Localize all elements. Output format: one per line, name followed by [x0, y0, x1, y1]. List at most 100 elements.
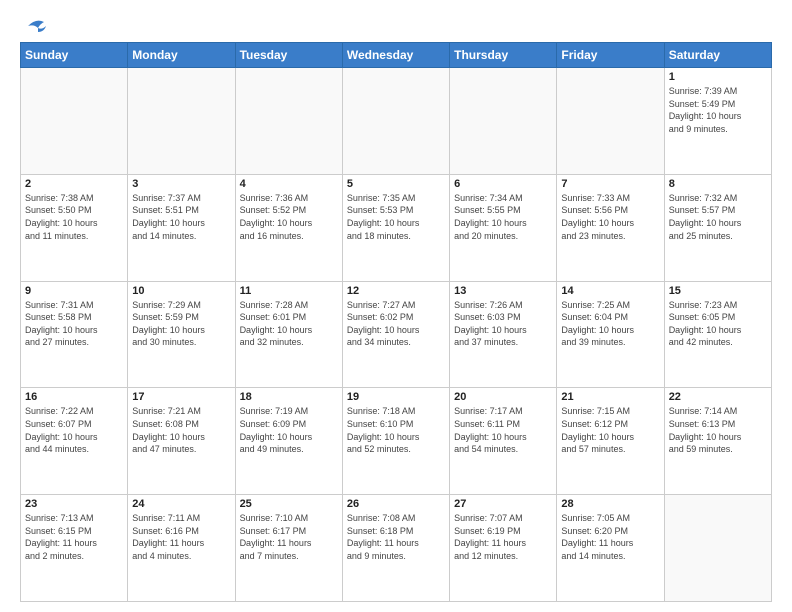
- page: SundayMondayTuesdayWednesdayThursdayFrid…: [0, 0, 792, 612]
- day-number: 13: [454, 285, 552, 297]
- weekday-friday: Friday: [557, 43, 664, 68]
- day-info: Sunrise: 7:23 AM Sunset: 6:05 PM Dayligh…: [669, 299, 767, 349]
- day-number: 18: [240, 391, 338, 403]
- weekday-saturday: Saturday: [664, 43, 771, 68]
- day-number: 24: [132, 498, 230, 510]
- day-number: 5: [347, 178, 445, 190]
- day-number: 12: [347, 285, 445, 297]
- week-row-5: 23 Sunrise: 7:13 AM Sunset: 6:15 PM Dayli…: [21, 495, 772, 602]
- calendar-cell: 3 Sunrise: 7:37 AM Sunset: 5:51 PM Daylig…: [128, 174, 235, 281]
- day-info: Sunrise: 7:35 AM Sunset: 5:53 PM Dayligh…: [347, 192, 445, 242]
- day-info: Sunrise: 7:36 AM Sunset: 5:52 PM Dayligh…: [240, 192, 338, 242]
- weekday-sunday: Sunday: [21, 43, 128, 68]
- calendar-table: SundayMondayTuesdayWednesdayThursdayFrid…: [20, 42, 772, 602]
- day-number: 22: [669, 391, 767, 403]
- day-number: 4: [240, 178, 338, 190]
- calendar-cell: 2Sunrise: 7:38 AM Sunset: 5:50 PM Daylig…: [21, 174, 128, 281]
- calendar-cell: 16 Sunrise: 7:22 AM Sunset: 6:07 PM Dayli…: [21, 388, 128, 495]
- calendar-cell: 15 Sunrise: 7:23 AM Sunset: 6:05 PM Dayli…: [664, 281, 771, 388]
- day-info: Sunrise: 7:27 AM Sunset: 6:02 PM Dayligh…: [347, 299, 445, 349]
- day-number: 8: [669, 178, 767, 190]
- calendar-cell: 27 Sunrise: 7:07 AM Sunset: 6:19 PM Dayli…: [450, 495, 557, 602]
- day-info: Sunrise: 7:10 AM Sunset: 6:17 PM Dayligh…: [240, 512, 338, 562]
- day-number: 23: [25, 498, 123, 510]
- day-number: 20: [454, 391, 552, 403]
- weekday-monday: Monday: [128, 43, 235, 68]
- calendar-cell: 4 Sunrise: 7:36 AM Sunset: 5:52 PM Daylig…: [235, 174, 342, 281]
- calendar-cell: 18 Sunrise: 7:19 AM Sunset: 6:09 PM Dayli…: [235, 388, 342, 495]
- calendar-cell: [21, 68, 128, 175]
- day-number: 17: [132, 391, 230, 403]
- day-number: 19: [347, 391, 445, 403]
- calendar-cell: [664, 495, 771, 602]
- day-info: Sunrise: 7:34 AM Sunset: 5:55 PM Dayligh…: [454, 192, 552, 242]
- day-info: Sunrise: 7:29 AM Sunset: 5:59 PM Dayligh…: [132, 299, 230, 349]
- calendar-cell: 17 Sunrise: 7:21 AM Sunset: 6:08 PM Dayli…: [128, 388, 235, 495]
- calendar-cell: 22 Sunrise: 7:14 AM Sunset: 6:13 PM Dayli…: [664, 388, 771, 495]
- weekday-wednesday: Wednesday: [342, 43, 449, 68]
- weekday-header-row: SundayMondayTuesdayWednesdayThursdayFrid…: [21, 43, 772, 68]
- day-info: Sunrise: 7:05 AM Sunset: 6:20 PM Dayligh…: [561, 512, 659, 562]
- logo: [20, 16, 50, 32]
- calendar-cell: 5 Sunrise: 7:35 AM Sunset: 5:53 PM Daylig…: [342, 174, 449, 281]
- calendar-cell: 14Sunrise: 7:25 AM Sunset: 6:04 PM Dayli…: [557, 281, 664, 388]
- day-number: 7: [561, 178, 659, 190]
- day-info: Sunrise: 7:26 AM Sunset: 6:03 PM Dayligh…: [454, 299, 552, 349]
- day-info: Sunrise: 7:39 AM Sunset: 5:49 PM Dayligh…: [669, 85, 767, 135]
- day-number: 10: [132, 285, 230, 297]
- day-info: Sunrise: 7:17 AM Sunset: 6:11 PM Dayligh…: [454, 405, 552, 455]
- calendar-cell: 20 Sunrise: 7:17 AM Sunset: 6:11 PM Dayli…: [450, 388, 557, 495]
- day-number: 11: [240, 285, 338, 297]
- day-number: 27: [454, 498, 552, 510]
- week-row-1: 1 Sunrise: 7:39 AM Sunset: 5:49 PM Daylig…: [21, 68, 772, 175]
- week-row-3: 9 Sunrise: 7:31 AM Sunset: 5:58 PM Daylig…: [21, 281, 772, 388]
- calendar-cell: 23 Sunrise: 7:13 AM Sunset: 6:15 PM Dayli…: [21, 495, 128, 602]
- day-info: Sunrise: 7:18 AM Sunset: 6:10 PM Dayligh…: [347, 405, 445, 455]
- calendar-cell: 21 Sunrise: 7:15 AM Sunset: 6:12 PM Dayli…: [557, 388, 664, 495]
- day-info: Sunrise: 7:08 AM Sunset: 6:18 PM Dayligh…: [347, 512, 445, 562]
- calendar-cell: 24Sunrise: 7:11 AM Sunset: 6:16 PM Dayli…: [128, 495, 235, 602]
- calendar-cell: 12 Sunrise: 7:27 AM Sunset: 6:02 PM Dayli…: [342, 281, 449, 388]
- calendar-cell: 9 Sunrise: 7:31 AM Sunset: 5:58 PM Daylig…: [21, 281, 128, 388]
- day-number: 25: [240, 498, 338, 510]
- calendar-cell: 11 Sunrise: 7:28 AM Sunset: 6:01 PM Dayli…: [235, 281, 342, 388]
- day-number: 21: [561, 391, 659, 403]
- weekday-thursday: Thursday: [450, 43, 557, 68]
- day-info: Sunrise: 7:19 AM Sunset: 6:09 PM Dayligh…: [240, 405, 338, 455]
- header: [20, 16, 772, 32]
- day-info: Sunrise: 7:33 AM Sunset: 5:56 PM Dayligh…: [561, 192, 659, 242]
- calendar-cell: 25 Sunrise: 7:10 AM Sunset: 6:17 PM Dayli…: [235, 495, 342, 602]
- calendar-cell: 8 Sunrise: 7:32 AM Sunset: 5:57 PM Daylig…: [664, 174, 771, 281]
- day-number: 26: [347, 498, 445, 510]
- calendar-cell: 26 Sunrise: 7:08 AM Sunset: 6:18 PM Dayli…: [342, 495, 449, 602]
- day-info: Sunrise: 7:22 AM Sunset: 6:07 PM Dayligh…: [25, 405, 123, 455]
- calendar-cell: [128, 68, 235, 175]
- day-info: Sunrise: 7:15 AM Sunset: 6:12 PM Dayligh…: [561, 405, 659, 455]
- calendar-cell: [450, 68, 557, 175]
- calendar-cell: 7 Sunrise: 7:33 AM Sunset: 5:56 PM Daylig…: [557, 174, 664, 281]
- day-info: Sunrise: 7:28 AM Sunset: 6:01 PM Dayligh…: [240, 299, 338, 349]
- day-number: 2: [25, 178, 123, 190]
- day-info: Sunrise: 7:32 AM Sunset: 5:57 PM Dayligh…: [669, 192, 767, 242]
- day-info: Sunrise: 7:07 AM Sunset: 6:19 PM Dayligh…: [454, 512, 552, 562]
- logo-bird-icon: [22, 16, 50, 36]
- calendar-cell: 1 Sunrise: 7:39 AM Sunset: 5:49 PM Daylig…: [664, 68, 771, 175]
- day-info: Sunrise: 7:14 AM Sunset: 6:13 PM Dayligh…: [669, 405, 767, 455]
- day-info: Sunrise: 7:31 AM Sunset: 5:58 PM Dayligh…: [25, 299, 123, 349]
- day-number: 16: [25, 391, 123, 403]
- day-number: 1: [669, 71, 767, 83]
- day-number: 6: [454, 178, 552, 190]
- day-info: Sunrise: 7:13 AM Sunset: 6:15 PM Dayligh…: [25, 512, 123, 562]
- day-number: 3: [132, 178, 230, 190]
- day-number: 9: [25, 285, 123, 297]
- week-row-4: 16 Sunrise: 7:22 AM Sunset: 6:07 PM Dayli…: [21, 388, 772, 495]
- calendar-cell: 13 Sunrise: 7:26 AM Sunset: 6:03 PM Dayli…: [450, 281, 557, 388]
- calendar-cell: 6 Sunrise: 7:34 AM Sunset: 5:55 PM Daylig…: [450, 174, 557, 281]
- day-number: 15: [669, 285, 767, 297]
- calendar-cell: 28Sunrise: 7:05 AM Sunset: 6:20 PM Dayli…: [557, 495, 664, 602]
- weekday-tuesday: Tuesday: [235, 43, 342, 68]
- calendar-cell: [557, 68, 664, 175]
- day-info: Sunrise: 7:21 AM Sunset: 6:08 PM Dayligh…: [132, 405, 230, 455]
- week-row-2: 2Sunrise: 7:38 AM Sunset: 5:50 PM Daylig…: [21, 174, 772, 281]
- day-info: Sunrise: 7:37 AM Sunset: 5:51 PM Dayligh…: [132, 192, 230, 242]
